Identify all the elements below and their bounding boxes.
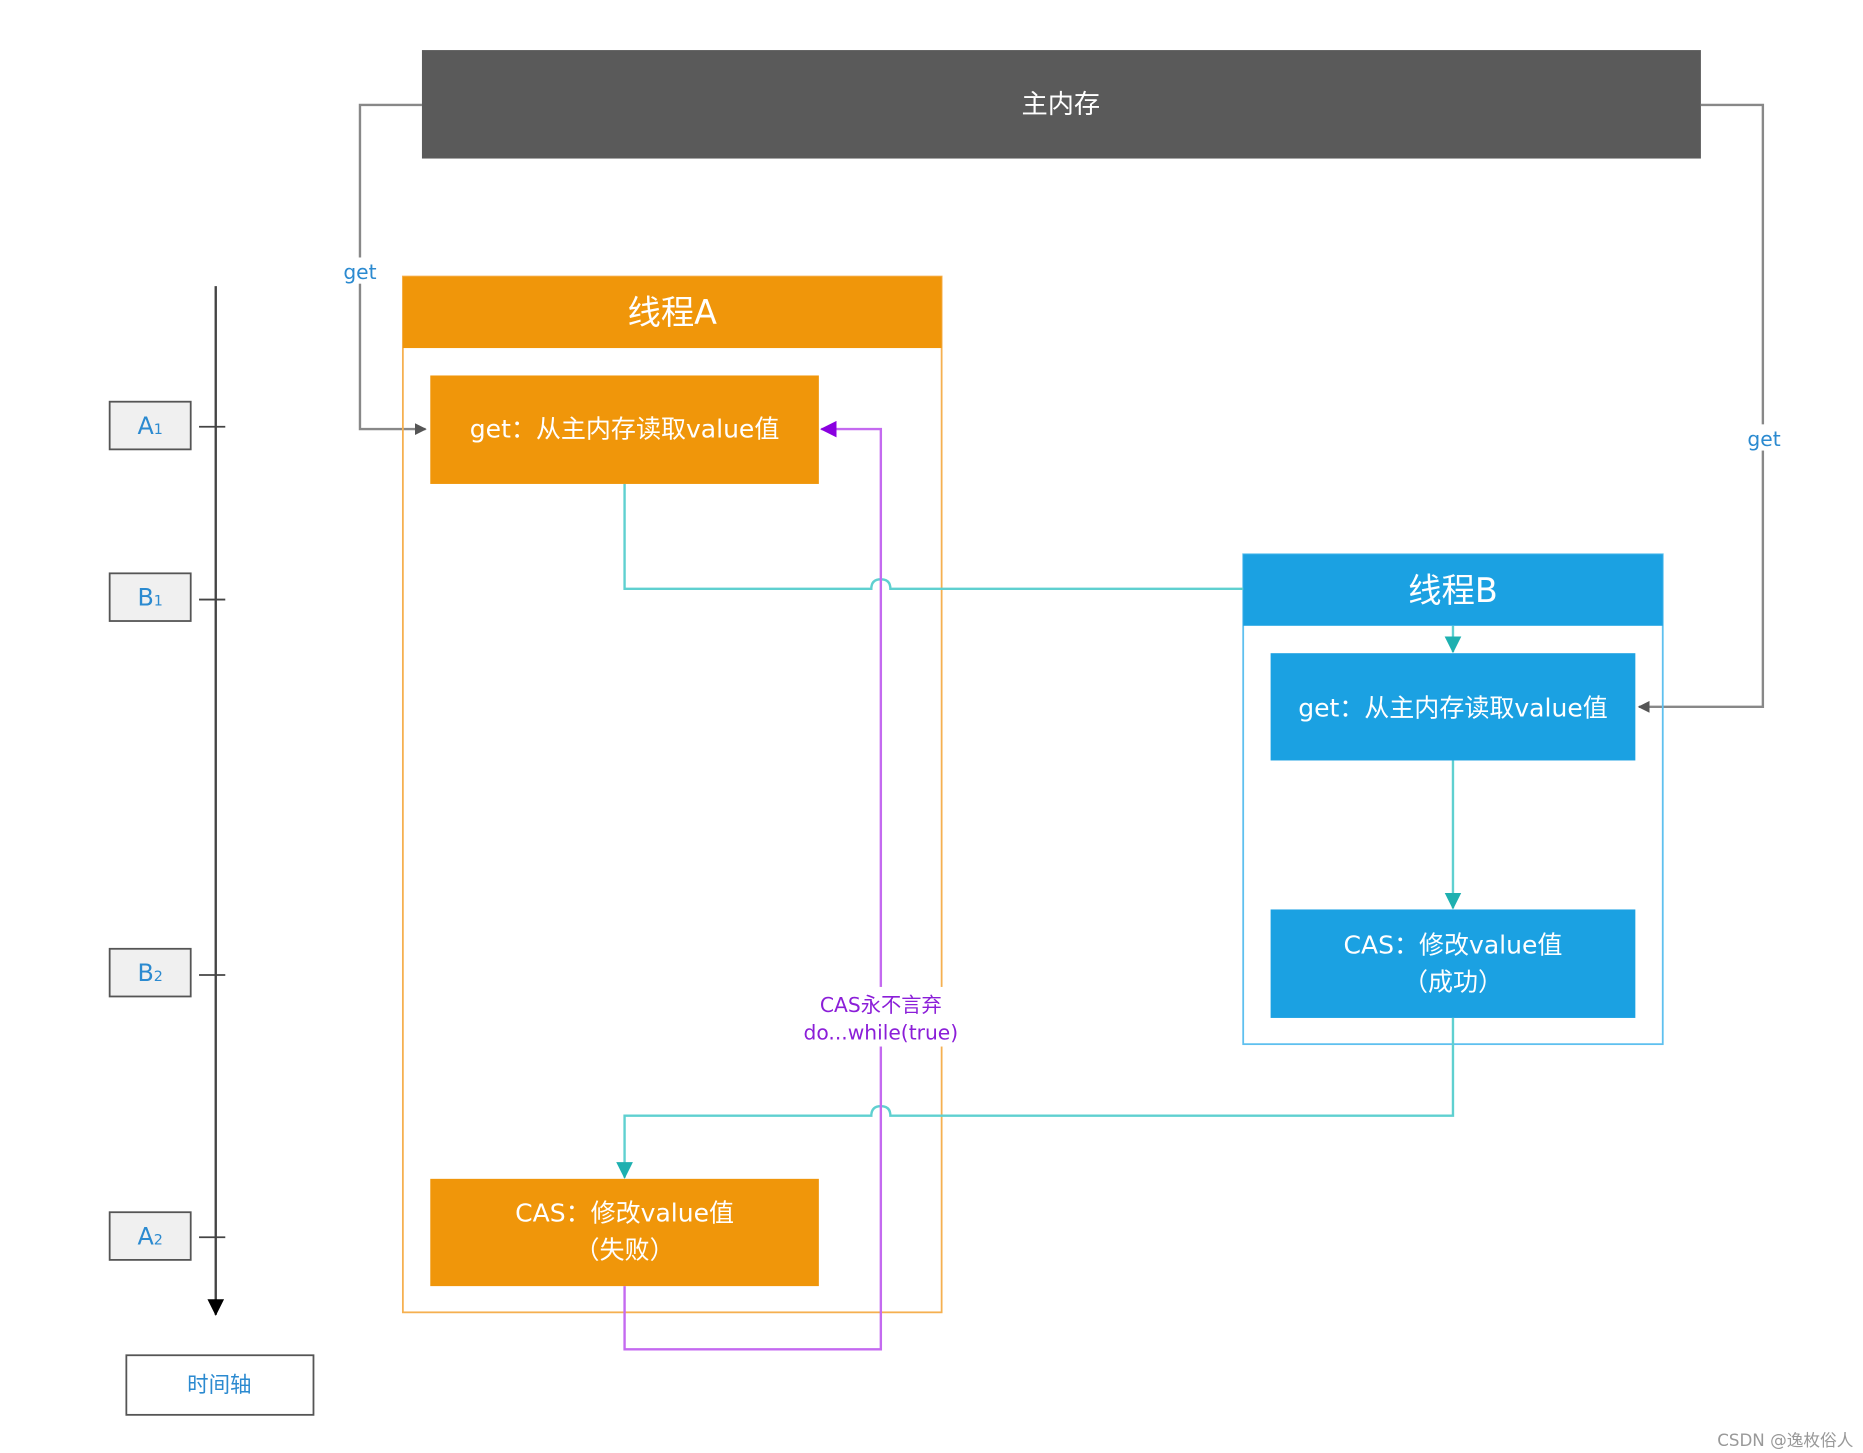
cas-diagram: 主内存 get get 线程A get：从主内存读取value值 CAS：修改v…	[108, 50, 1854, 1450]
get-label-right: get	[1747, 427, 1780, 451]
main-memory: 主内存	[421, 50, 1701, 159]
thread-a-cas-text: CAS：修改value值	[515, 1199, 734, 1228]
thread-b-cas-result: （成功）	[1403, 968, 1503, 997]
thread-b-cas-text: CAS：修改value值	[1344, 931, 1563, 960]
get-label-left: get	[343, 260, 376, 284]
flow-b-cas-to-a-cas	[616, 1017, 1455, 1179]
timeline-marker-a1: A1	[108, 400, 226, 451]
thread-a-title: 线程A	[627, 293, 717, 332]
timeline-label: 时间轴	[187, 1373, 251, 1398]
thread-a-cas-box	[430, 1178, 819, 1287]
thread-b-title: 线程B	[1408, 571, 1498, 610]
thread-a-get-text: get：从主内存读取value值	[470, 414, 780, 443]
main-memory-label: 主内存	[1021, 90, 1100, 120]
thread-a-cas-result: （失败）	[575, 1236, 675, 1265]
watermark: CSDN @逸枚俗人	[1717, 1431, 1854, 1450]
thread-b-cas-box	[1270, 909, 1636, 1018]
timeline-marker-b1: B1	[108, 572, 226, 622]
thread-b-get-text: get：从主内存读取value值	[1298, 693, 1608, 722]
retry-label-1: CAS永不言弃	[820, 993, 942, 1017]
flow-a-get-to-b	[623, 483, 1244, 591]
timeline-label-box: 时间轴	[125, 1354, 315, 1416]
timeline-marker-a2: A2	[108, 1211, 226, 1261]
thread-a: 线程A get：从主内存读取value值 CAS：修改value值 （失败）	[401, 275, 943, 1314]
timeline-marker-b2: B2	[108, 947, 226, 998]
retry-label-2: do...while(true)	[804, 1020, 959, 1044]
